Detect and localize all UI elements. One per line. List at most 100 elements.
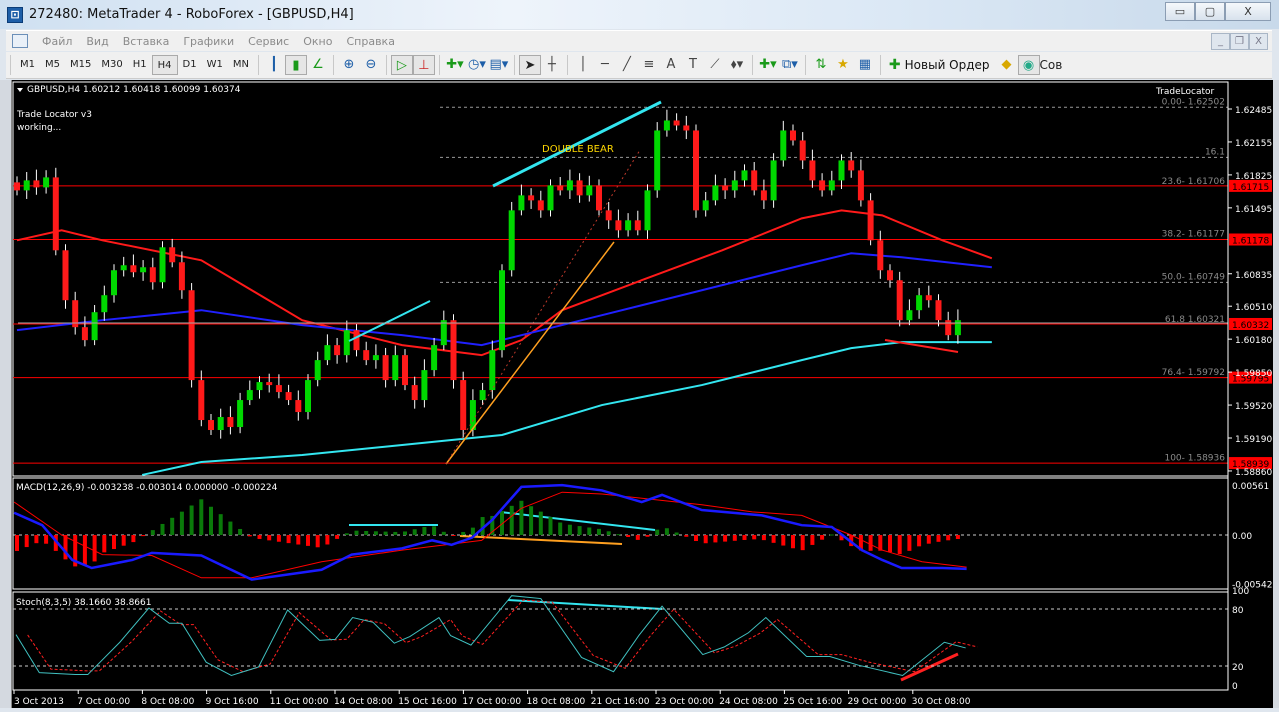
menu-view[interactable]: Вид (86, 35, 108, 48)
terminal-icon[interactable]: ▦ (854, 55, 876, 75)
autoscroll-icon[interactable]: ▷ (390, 55, 413, 75)
alert-icon[interactable]: ◆ (996, 55, 1018, 75)
macd-histogram-bar (335, 535, 340, 539)
bar-chart-icon[interactable]: ┃ (263, 55, 285, 75)
menu-window[interactable]: Окно (303, 35, 332, 48)
chart-shift-icon[interactable]: ⊥ (412, 55, 435, 75)
candle-body (382, 355, 389, 381)
candle (14, 176, 20, 196)
tf-m1[interactable]: M1 (15, 55, 40, 75)
tf-w1[interactable]: W1 (202, 55, 228, 75)
menu-insert[interactable]: Вставка (123, 35, 170, 48)
periods-icon[interactable]: ◷▾ (466, 55, 488, 75)
menu-charts[interactable]: Графики (183, 35, 234, 48)
mdi-restore-button[interactable]: ❐ (1230, 33, 1249, 50)
indicators-icon[interactable]: ✚▾ (444, 55, 466, 75)
macd-histogram-bar (684, 535, 689, 537)
tf-h4[interactable]: H4 (151, 55, 178, 75)
tf-mn[interactable]: MN (228, 55, 254, 75)
text-icon[interactable]: A (660, 55, 682, 75)
stoch-trendline-red[interactable] (900, 652, 959, 682)
macd-histogram-bar (364, 530, 369, 535)
stoch-axis-label: 80 (1232, 606, 1244, 616)
text-label-icon[interactable]: T (682, 55, 704, 75)
templates-icon[interactable]: ▤▾ (488, 55, 510, 75)
candle (576, 173, 583, 203)
candle (722, 178, 729, 199)
fibo-fan-icon[interactable]: ⟋ (704, 55, 726, 75)
fib-level-label: 0.00- 1.62502 (1162, 97, 1225, 107)
fibonacci-icon[interactable]: ≡ (638, 55, 660, 75)
candle-body (81, 327, 88, 341)
menu-bar: Файл Вид Вставка Графики Сервис Окно Спр… (6, 30, 1272, 51)
zoom-out-icon[interactable]: ⊖ (360, 55, 382, 75)
macd-histogram-bar (461, 531, 466, 535)
fibo-baseline[interactable] (445, 149, 641, 465)
chart-window-icon[interactable] (12, 34, 28, 48)
crosshair-icon[interactable]: ┼ (541, 55, 563, 75)
candle-body (799, 140, 806, 161)
trendline-icon[interactable]: ╱ (616, 55, 638, 75)
candle (605, 201, 612, 229)
candle (372, 344, 379, 369)
candle (828, 170, 835, 196)
chart-canvas[interactable]: 0.00- 1.62502 16.1 23.6- 1.61706 38.2- 1.61… (12, 80, 1278, 708)
menu-help[interactable]: Справка (346, 35, 394, 48)
candle (353, 324, 360, 357)
macd-histogram-bar (228, 521, 233, 535)
candlestick-chart-icon[interactable]: ▮ (284, 55, 307, 75)
candle (208, 414, 214, 436)
cursor-icon[interactable]: ➤ (518, 55, 541, 75)
price-axis-label: 1.62155 (1235, 139, 1272, 149)
vertical-line-icon[interactable]: │ (572, 55, 594, 75)
price-tag: 1.61178 (1232, 237, 1269, 247)
macd-histogram-bar (257, 535, 262, 539)
mdi-minimize-button[interactable]: _ (1211, 33, 1230, 50)
macd-histogram-bar (694, 535, 698, 542)
new-order-button[interactable]: ✚ Новый Ордер (889, 57, 990, 73)
time-axis-label: 21 Oct 16:00 (591, 697, 650, 707)
menu-file[interactable]: Файл (42, 35, 72, 48)
fib-level-label: 100- 1.58936 (1164, 453, 1225, 463)
profiles-icon[interactable]: ⧉▾ (779, 55, 801, 75)
macd-histogram-bar (723, 535, 728, 542)
arrows-icon[interactable]: ⬧▾ (726, 55, 748, 75)
tf-m15[interactable]: M15 (65, 55, 96, 75)
candle-body (916, 295, 923, 311)
line-chart-icon[interactable]: ∠ (307, 55, 329, 75)
price-axis-label: 1.62485 (1235, 106, 1272, 116)
trendline-cyan-left[interactable] (348, 300, 431, 342)
new-chart-icon[interactable]: ✚▾ (757, 55, 779, 75)
tf-m30[interactable]: M30 (96, 55, 127, 75)
chart-window[interactable]: 0.00- 1.62502 16.1 23.6- 1.61706 38.2- 1.61… (12, 80, 1278, 708)
tf-m5[interactable]: M5 (40, 55, 65, 75)
macd-histogram-bar (548, 517, 553, 535)
close-button[interactable]: X (1225, 2, 1271, 21)
candle-body (877, 240, 884, 271)
time-axis-label: 15 Oct 16:00 (398, 697, 457, 707)
candle-body (760, 190, 767, 201)
minimize-button[interactable]: ▭ (1165, 2, 1195, 21)
candle-body (712, 185, 719, 201)
macd-histogram-bar (752, 535, 757, 540)
candle-body (33, 180, 40, 188)
zoom-in-icon[interactable]: ⊕ (338, 55, 360, 75)
candle (33, 169, 40, 195)
horizontal-line-icon[interactable]: ─ (594, 55, 616, 75)
market-watch-icon[interactable]: ⇅ (810, 55, 832, 75)
tf-d1[interactable]: D1 (178, 55, 202, 75)
collapse-triangle-icon[interactable] (17, 88, 23, 92)
candle (479, 382, 486, 406)
menu-tools[interactable]: Сервис (248, 35, 289, 48)
macd-trendline-orange[interactable] (459, 535, 623, 545)
macd-histogram-bar (373, 531, 378, 535)
expert-advisors-icon[interactable]: ◉ (1017, 55, 1040, 75)
fib-level-label: 50.0- 1.60749 (1162, 272, 1226, 282)
maximize-button[interactable]: ▢ (1195, 2, 1225, 21)
navigator-icon[interactable]: ★ (832, 55, 854, 75)
mdi-close-button[interactable]: X (1249, 33, 1268, 50)
macd-histogram-bar (946, 535, 951, 541)
candle (178, 251, 185, 299)
tf-h1[interactable]: H1 (128, 55, 152, 75)
stoch-trendline-cyan[interactable] (507, 599, 663, 610)
